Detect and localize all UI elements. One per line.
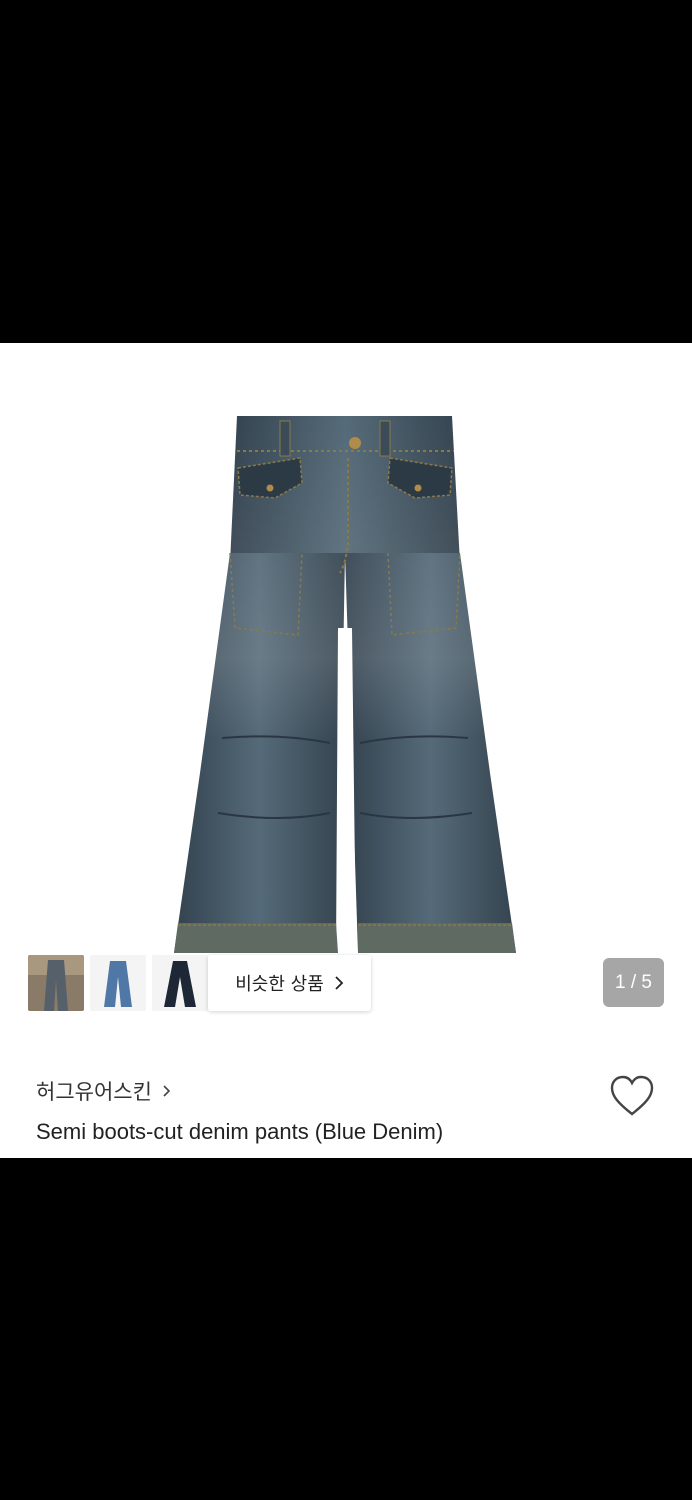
product-panel: 비슷한 상품 1 / 5 허그유어스킨 Semi boots-cut denim…: [0, 343, 692, 1158]
thumbnail-strip: [28, 955, 208, 1011]
chevron-right-icon: [163, 1085, 171, 1097]
similar-products-label: 비슷한 상품: [235, 974, 324, 995]
brand-name: 허그유어스킨: [36, 1080, 152, 1104]
thumbnail-1[interactable]: [28, 955, 84, 1011]
heart-outline-icon[interactable]: [608, 1074, 656, 1118]
thumbnail-2[interactable]: [90, 955, 146, 1011]
chevron-right-icon: [335, 976, 344, 990]
product-image[interactable]: [170, 413, 520, 958]
top-letterbox: [0, 0, 692, 343]
thumbnail-3[interactable]: [152, 955, 208, 1011]
bottom-letterbox: [0, 1158, 692, 1500]
image-counter: 1 / 5: [603, 958, 664, 1007]
brand-link[interactable]: 허그유어스킨: [36, 1076, 172, 1106]
product-title: Semi boots-cut denim pants (Blue Denim): [36, 1119, 444, 1144]
similar-products-button[interactable]: 비슷한 상품: [208, 955, 371, 1011]
